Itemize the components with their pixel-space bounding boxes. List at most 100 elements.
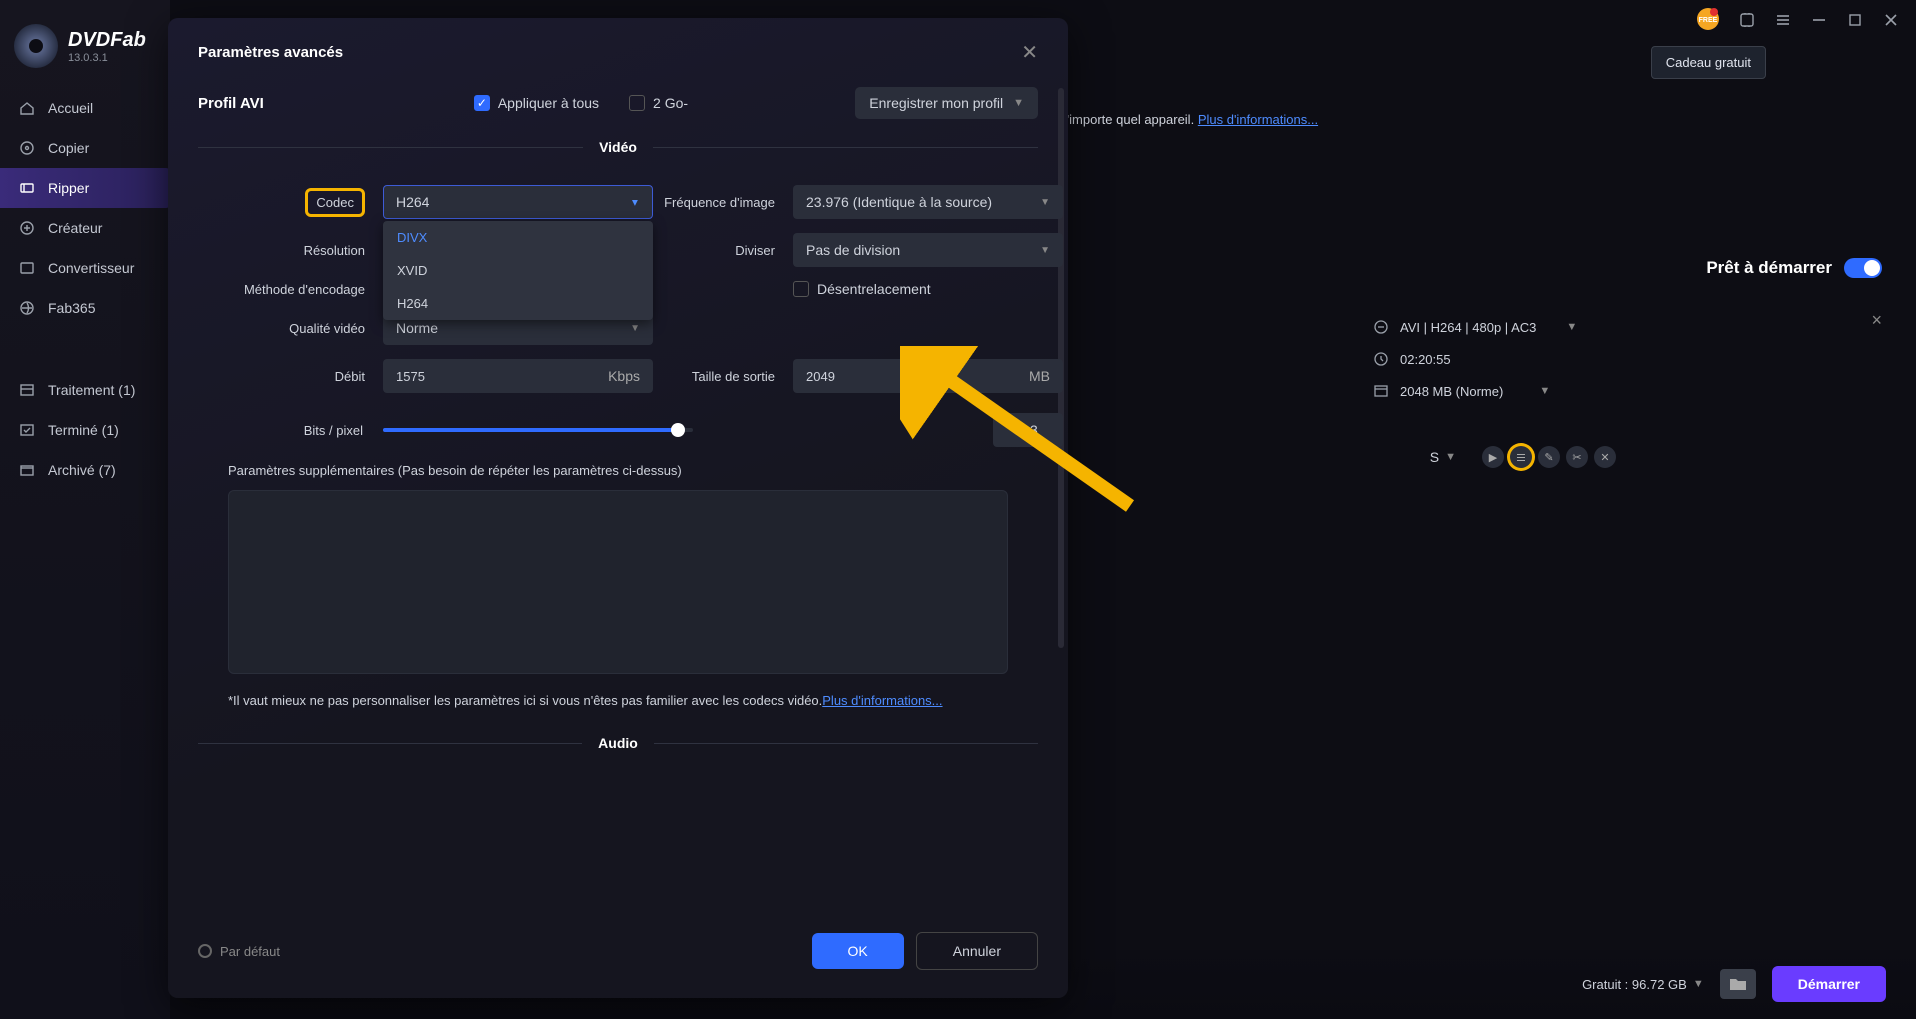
chevron-down-icon: ▼	[1445, 451, 1456, 463]
bitrate-input[interactable]: Kbps	[383, 359, 653, 393]
checkbox-icon	[629, 95, 645, 111]
chevron-down-icon: ▼	[1013, 97, 1024, 109]
slider-thumb[interactable]	[671, 423, 685, 437]
format-icon	[1372, 318, 1390, 336]
codec-label: Codec	[305, 188, 365, 217]
sidebar-item-copier[interactable]: Copier	[0, 128, 170, 168]
modal-title: Paramètres avancés	[198, 44, 343, 61]
close-icon[interactable]: ✕	[1021, 40, 1038, 65]
checkbox-checked-icon	[474, 95, 490, 111]
codec-option-xvid[interactable]: XVID	[383, 254, 653, 287]
sidebar-job-traitement[interactable]: Traitement (1)	[0, 370, 170, 410]
apply-all-checkbox[interactable]: Appliquer à tous	[474, 95, 599, 111]
app-logo: DVDFab 13.0.3.1	[0, 18, 170, 88]
codec-dropdown: DIVX XVID H264	[383, 221, 653, 320]
ripper-icon	[18, 179, 36, 197]
reset-default-button[interactable]: Par défaut	[198, 944, 280, 959]
sidebar-item-createur[interactable]: Créateur	[0, 208, 170, 248]
done-icon	[18, 421, 36, 439]
copy-icon	[18, 139, 36, 157]
ready-label: Prêt à démarrer	[1706, 258, 1832, 278]
task-action-row: S ▼ ▶ ✎ ✂ ✕	[1430, 446, 1616, 468]
duration-value: 02:20:55	[1400, 352, 1451, 367]
ready-toggle[interactable]	[1844, 258, 1882, 278]
subtitle-dropdown[interactable]: S ▼	[1430, 449, 1456, 465]
app-version: 13.0.3.1	[68, 52, 146, 64]
chevron-down-icon: ▼	[1040, 245, 1050, 256]
start-button[interactable]: Démarrer	[1772, 966, 1886, 1002]
task-panel: Prêt à démarrer × AVI | H264 | 480p | AC…	[1372, 258, 1882, 400]
app-name: DVDFab	[68, 29, 146, 52]
logo-disc-icon	[14, 24, 58, 68]
chevron-down-icon: ▼	[1693, 978, 1704, 990]
sidebar-job-label: Archivé (7)	[48, 462, 116, 478]
settings-icon[interactable]	[1510, 446, 1532, 468]
sidebar-job-label: Terminé (1)	[48, 422, 119, 438]
home-icon	[18, 99, 36, 117]
framerate-label: Fréquence d'image	[663, 195, 783, 210]
sidebar-job-archive[interactable]: Archivé (7)	[0, 450, 170, 490]
codec-select[interactable]: H264 ▲	[383, 185, 653, 219]
sidebar: DVDFab 13.0.3.1 Accueil Copier Ripper Cr…	[0, 0, 170, 1019]
sidebar-item-label: Créateur	[48, 220, 102, 236]
more-info-link[interactable]: Plus d'informations...	[1198, 112, 1318, 127]
quality-label: Qualité vidéo	[218, 321, 373, 336]
extra-params-textarea[interactable]	[228, 490, 1008, 674]
close-window-icon[interactable]	[1882, 11, 1900, 29]
processing-icon	[18, 381, 36, 399]
task-close-icon[interactable]: ×	[1871, 310, 1882, 331]
sidebar-item-convertisseur[interactable]: Convertisseur	[0, 248, 170, 288]
deinterlace-checkbox[interactable]: Désentrelacement	[793, 281, 1063, 297]
ok-button[interactable]: OK	[812, 933, 904, 969]
chevron-down-icon[interactable]: ▼	[1566, 321, 1577, 333]
size-line[interactable]: 2048 MB (Norme)	[1400, 384, 1503, 399]
menu-icon[interactable]	[1774, 11, 1792, 29]
codec-option-divx[interactable]: DIVX	[383, 221, 653, 254]
encoding-label: Méthode d'encodage	[218, 282, 373, 297]
sidebar-item-label: Fab365	[48, 300, 95, 316]
codec-warning-link[interactable]: Plus d'informations...	[822, 693, 942, 708]
checkbox-icon	[793, 281, 809, 297]
video-section-divider: Vidéo	[198, 139, 1038, 155]
cut-icon[interactable]: ✂	[1566, 446, 1588, 468]
disk-info[interactable]: Gratuit : 96.72 GB ▼	[1582, 977, 1704, 992]
bpp-value: 0.3	[993, 413, 1063, 447]
sidebar-item-fab365[interactable]: Fab365	[0, 288, 170, 328]
save-profile-button[interactable]: Enregistrer mon profil ▼	[855, 87, 1038, 119]
fab365-icon	[18, 299, 36, 317]
sidebar-item-accueil[interactable]: Accueil	[0, 88, 170, 128]
sidebar-item-label: Ripper	[48, 180, 89, 196]
free-badge-icon[interactable]: FREE	[1696, 7, 1720, 34]
archive-icon	[18, 461, 36, 479]
sidebar-item-ripper[interactable]: Ripper	[0, 168, 170, 208]
codec-option-h264[interactable]: H264	[383, 287, 653, 320]
chevron-down-icon[interactable]: ▼	[1539, 385, 1550, 397]
task-ready-header: Prêt à démarrer	[1372, 258, 1882, 278]
convert-icon	[18, 259, 36, 277]
split-select[interactable]: Pas de division▼	[793, 233, 1063, 267]
bpp-slider[interactable]	[383, 428, 693, 432]
two-go-checkbox[interactable]: 2 Go-	[629, 95, 688, 111]
advanced-settings-modal: Paramètres avancés ✕ Profil AVI Applique…	[168, 18, 1068, 998]
remove-icon[interactable]: ✕	[1594, 446, 1616, 468]
split-label: Diviser	[663, 243, 783, 258]
size-icon	[1372, 382, 1390, 400]
extension-icon[interactable]	[1738, 11, 1756, 29]
bitrate-label: Débit	[218, 369, 373, 384]
chevron-up-icon: ▲	[630, 197, 640, 208]
svg-text:FREE: FREE	[1699, 17, 1718, 24]
sidebar-job-termine[interactable]: Terminé (1)	[0, 410, 170, 450]
play-icon[interactable]: ▶	[1482, 446, 1504, 468]
chevron-down-icon: ▼	[1040, 197, 1050, 208]
profile-label: Profil AVI	[198, 95, 264, 112]
minimize-icon[interactable]	[1810, 11, 1828, 29]
maximize-icon[interactable]	[1846, 11, 1864, 29]
output-folder-button[interactable]	[1720, 969, 1756, 999]
framerate-select[interactable]: 23.976 (Identique à la source)▼	[793, 185, 1063, 219]
outsize-input[interactable]: MB	[793, 359, 1063, 393]
chevron-down-icon: ▼	[630, 323, 640, 334]
outsize-label: Taille de sortie	[663, 369, 783, 384]
format-line[interactable]: AVI | H264 | 480p | AC3	[1400, 320, 1536, 335]
edit-icon[interactable]: ✎	[1538, 446, 1560, 468]
cancel-button[interactable]: Annuler	[916, 932, 1038, 970]
